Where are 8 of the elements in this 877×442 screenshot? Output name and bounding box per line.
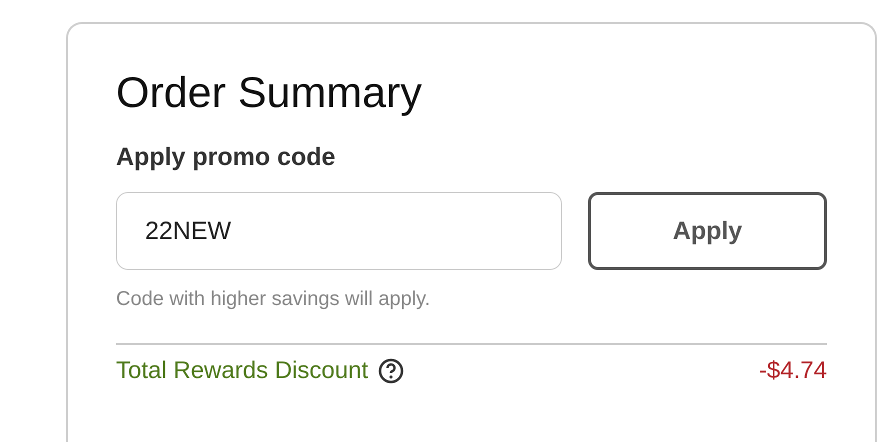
line-amount: -$4.74 — [758, 357, 827, 386]
apply-button[interactable]: Apply — [588, 192, 827, 270]
promo-hint: Code with higher savings will apply. — [116, 288, 432, 312]
card-title: Order Summary — [116, 70, 423, 118]
promo-input-field[interactable]: 22NEW — [116, 192, 562, 270]
help-icon[interactable] — [378, 358, 404, 384]
promo-label: Apply promo code — [116, 143, 336, 172]
line-label: Total Rewards Discount — [116, 357, 368, 386]
